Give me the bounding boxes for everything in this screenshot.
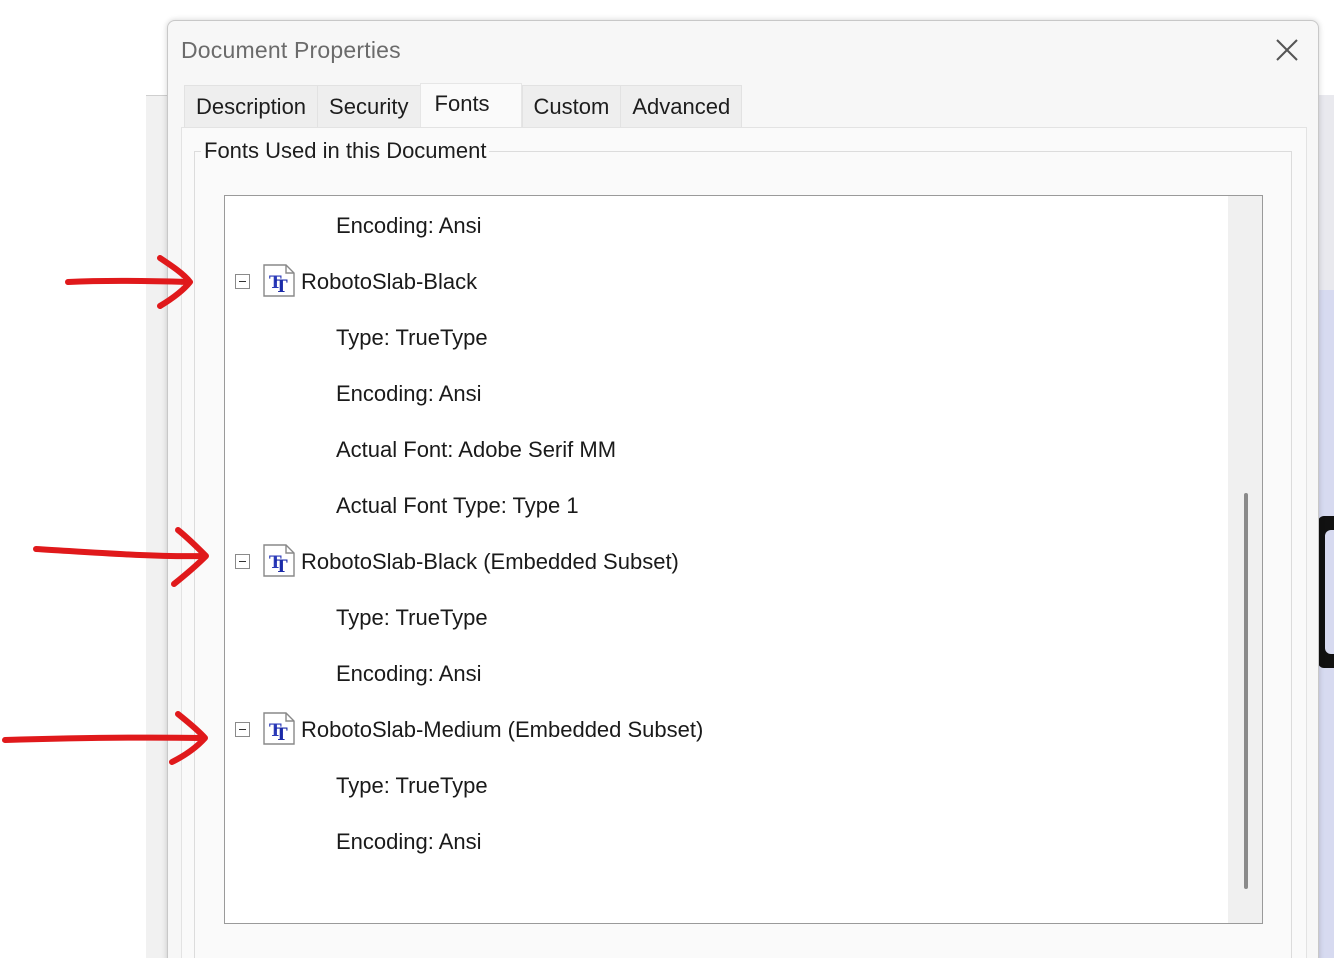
group-label: Fonts Used in this Document <box>201 138 490 164</box>
property-text: Encoding: Ansi <box>336 381 482 406</box>
tab-security[interactable]: Security <box>317 85 421 127</box>
tab-description[interactable]: Description <box>184 85 319 127</box>
property-text: Encoding: Ansi <box>336 213 482 238</box>
tab-bar: Description Security Fonts Custom Advanc… <box>184 83 743 127</box>
collapse-button[interactable] <box>235 722 250 737</box>
svg-text:T: T <box>275 725 288 745</box>
property-type: Type: TrueType <box>336 604 488 634</box>
property-text: Encoding: Ansi <box>336 829 482 854</box>
tab-advanced[interactable]: Advanced <box>620 85 743 127</box>
font-name: RobotoSlab-Medium (Embedded Subset) <box>301 717 704 742</box>
property-text: Encoding: Ansi <box>336 661 482 686</box>
property-text: Type: TrueType <box>336 325 488 350</box>
property-type: Type: TrueType <box>336 324 488 354</box>
truetype-font-icon: T T <box>263 544 295 577</box>
collapse-button[interactable] <box>235 554 250 569</box>
scrollbar-thumb[interactable] <box>1244 493 1248 889</box>
property-encoding: Encoding: Ansi <box>336 828 482 858</box>
font-name: RobotoSlab-Black (Embedded Subset) <box>301 549 679 574</box>
truetype-font-icon: T T <box>263 264 295 297</box>
background-glyph <box>1318 516 1334 668</box>
red-arrow-annotation <box>33 527 209 587</box>
tab-custom[interactable]: Custom <box>521 85 622 127</box>
font-name: RobotoSlab-Black <box>301 269 478 294</box>
screenshot-stage: Document Properties Description Security… <box>0 0 1334 958</box>
property-actual-font: Actual Font: Adobe Serif MM <box>336 436 616 466</box>
tab-fonts[interactable]: Fonts <box>419 83 522 127</box>
document-properties-dialog: Document Properties Description Security… <box>167 20 1319 958</box>
svg-text:T: T <box>275 277 288 297</box>
property-type: Type: TrueType <box>336 772 488 802</box>
property-text: Type: TrueType <box>336 605 488 630</box>
vertical-scrollbar[interactable] <box>1228 196 1262 923</box>
property-text: Type: TrueType <box>336 773 488 798</box>
property-encoding: Encoding: Ansi <box>336 380 482 410</box>
property-encoding: Encoding: Ansi <box>336 660 482 690</box>
property-encoding: Encoding: Ansi <box>336 212 482 242</box>
collapse-button[interactable] <box>235 274 250 289</box>
svg-text:T: T <box>275 557 288 577</box>
red-arrow-annotation <box>65 255 193 309</box>
dialog-title: Document Properties <box>181 37 401 63</box>
property-text: Actual Font: Adobe Serif MM <box>336 437 617 462</box>
red-arrow-annotation <box>2 711 208 765</box>
close-icon <box>1276 39 1298 61</box>
truetype-font-icon: T T <box>263 712 295 745</box>
property-text: Actual Font Type: Type 1 <box>336 493 579 518</box>
property-actual-font-type: Actual Font Type: Type 1 <box>336 492 579 522</box>
fonts-tree-view[interactable]: Encoding: Ansi T T RobotoSlab-Black Type… <box>224 195 1263 924</box>
background-app-left <box>0 0 147 958</box>
close-button[interactable] <box>1272 35 1302 65</box>
